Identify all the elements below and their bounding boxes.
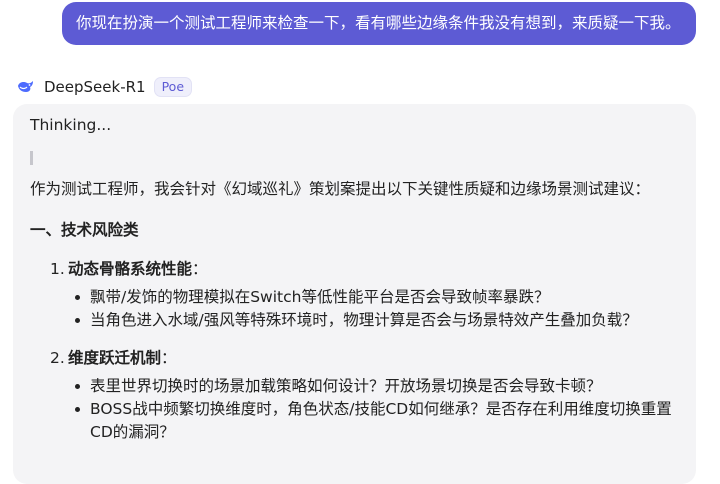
item-number: 2. — [50, 349, 65, 367]
bullet-text: 飘带/发饰的物理模拟在Switch等低性能平台是否会导致帧率暴跌？ — [90, 288, 550, 306]
bullet-item: 表里世界切换时的场景加载策略如何设计？开放场景切换是否会导致卡顿？ — [75, 375, 679, 398]
list-item: 1. 动态骨骼系统性能： 飘带/发饰的物理模拟在Switch等低性能平台是否会导… — [50, 258, 679, 332]
user-message-text: 你现在扮演一个测试工程师来检查一下，看有哪些边缘条件我没有想到，来质疑一下我。 — [76, 14, 681, 32]
item-number: 1. — [50, 260, 65, 278]
list-item: 2. 维度跃迁机制： 表里世界切换时的场景加载策略如何设计？开放场景切换是否会导… — [50, 347, 679, 444]
bullet-dot-icon — [75, 295, 80, 300]
bot-header: DeepSeek-R1 Poe — [16, 76, 193, 98]
item-colon: ： — [192, 260, 208, 278]
bullet-dot-icon — [75, 384, 80, 389]
item-colon: ： — [161, 349, 177, 367]
user-message-bubble: 你现在扮演一个测试工程师来检查一下，看有哪些边缘条件我没有想到，来质疑一下我。 — [62, 2, 696, 45]
item-title: 动态骨骼系统性能 — [68, 260, 193, 278]
deepseek-whale-icon — [16, 77, 36, 97]
response-intro: 作为测试工程师，我会针对《幻域巡礼》策划案提出以下关键性质疑和边缘场景测试建议： — [30, 180, 651, 198]
thinking-quote-bar — [30, 151, 33, 165]
bullet-item: 当角色进入水域/强风等特殊环境时，物理计算是否会与场景特效产生叠加负载？ — [75, 309, 679, 332]
thinking-label[interactable]: Thinking... — [30, 114, 679, 137]
bullet-item: 飘带/发饰的物理模拟在Switch等低性能平台是否会导致帧率暴跌？ — [75, 286, 679, 309]
section-heading: 一、技术风险类 — [30, 221, 139, 239]
bot-name[interactable]: DeepSeek-R1 — [44, 78, 146, 96]
bullet-text: 当角色进入水域/强风等特殊环境时，物理计算是否会与场景特效产生叠加负载？ — [90, 311, 638, 329]
bot-response-bubble: Thinking... 作为测试工程师，我会针对《幻域巡礼》策划案提出以下关键性… — [13, 104, 696, 484]
bullet-dot-icon — [75, 318, 80, 323]
bullet-text: BOSS战中频繁切换维度时，角色状态/技能CD如何继承？是否存在利用维度切换重置… — [90, 400, 672, 441]
bullet-dot-icon — [75, 407, 80, 412]
bot-platform-badge: Poe — [153, 77, 193, 97]
bullet-text: 表里世界切换时的场景加载策略如何设计？开放场景切换是否会导致卡顿？ — [90, 377, 602, 395]
item-title: 维度跃迁机制 — [68, 349, 162, 367]
bullet-item: BOSS战中频繁切换维度时，角色状态/技能CD如何继承？是否存在利用维度切换重置… — [75, 398, 679, 444]
